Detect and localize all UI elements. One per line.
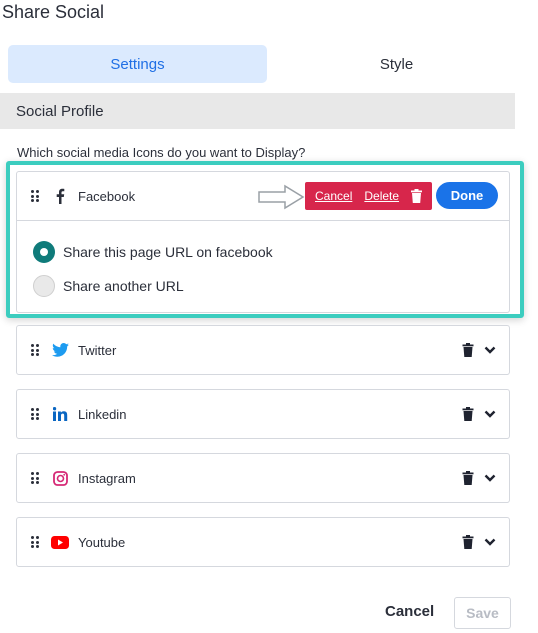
radio-selected[interactable]: [33, 241, 55, 263]
row-actions: [462, 390, 496, 438]
tab-style[interactable]: Style: [267, 45, 526, 83]
social-card-linkedin: Linkedin: [16, 389, 510, 439]
share-options: Share this page URL on facebook Share an…: [17, 220, 509, 312]
section-header: Social Profile: [0, 93, 515, 129]
card-row: Linkedin: [17, 390, 509, 438]
trash-icon[interactable]: [462, 343, 474, 357]
row-actions: [462, 454, 496, 502]
social-card-instagram: Instagram: [16, 453, 510, 503]
drag-handle-icon[interactable]: [31, 408, 39, 420]
trash-icon[interactable]: [411, 189, 423, 203]
chevron-down-icon[interactable]: [484, 409, 496, 419]
tab-settings[interactable]: Settings: [8, 45, 267, 83]
facebook-icon: [51, 187, 69, 205]
radio-unselected[interactable]: [33, 275, 55, 297]
trash-icon[interactable]: [462, 471, 474, 485]
section-question: Which social media Icons do you want to …: [17, 145, 306, 160]
edit-action-bar: Cancel Delete: [305, 182, 432, 210]
drag-handle-icon[interactable]: [31, 344, 39, 356]
chevron-down-icon[interactable]: [484, 537, 496, 547]
network-label: Instagram: [78, 470, 136, 486]
row-actions: [462, 518, 496, 566]
card-row: Twitter: [17, 326, 509, 374]
network-label: Youtube: [78, 534, 126, 550]
twitter-icon: [51, 341, 69, 359]
drag-handle-icon[interactable]: [31, 472, 39, 484]
card-row: Instagram: [17, 454, 509, 502]
linkedin-icon: [51, 405, 69, 423]
drag-handle-icon[interactable]: [31, 190, 39, 202]
chevron-down-icon[interactable]: [484, 345, 496, 355]
card-row: Youtube: [17, 518, 509, 566]
option-share-page-url[interactable]: Share this page URL on facebook: [33, 235, 509, 269]
option-label: Share this page URL on facebook: [63, 244, 273, 260]
trash-icon[interactable]: [462, 535, 474, 549]
cancel-button[interactable]: Cancel: [385, 603, 434, 620]
option-label: Share another URL: [63, 278, 184, 294]
facebook-card-header: Facebook Cancel Delete Done: [17, 172, 509, 220]
facebook-card: Facebook Cancel Delete Done Share this p…: [16, 171, 510, 313]
done-button[interactable]: Done: [436, 182, 498, 209]
social-card-twitter: Twitter: [16, 325, 510, 375]
option-share-another-url[interactable]: Share another URL: [33, 269, 509, 303]
cancel-link[interactable]: Cancel: [315, 189, 352, 203]
social-card-youtube: Youtube: [16, 517, 510, 567]
save-button[interactable]: Save: [454, 597, 511, 629]
network-label: Facebook: [78, 188, 136, 204]
instagram-icon: [51, 469, 69, 487]
pointer-arrow-icon: [257, 184, 305, 210]
page-title: Share Social: [2, 2, 105, 22]
network-label: Linkedin: [78, 406, 127, 422]
drag-handle-icon[interactable]: [31, 536, 39, 548]
delete-link[interactable]: Delete: [364, 189, 399, 203]
youtube-icon: [51, 533, 69, 551]
network-label: Twitter: [78, 342, 117, 358]
trash-icon[interactable]: [462, 407, 474, 421]
chevron-down-icon[interactable]: [484, 473, 496, 483]
row-actions: [462, 326, 496, 374]
